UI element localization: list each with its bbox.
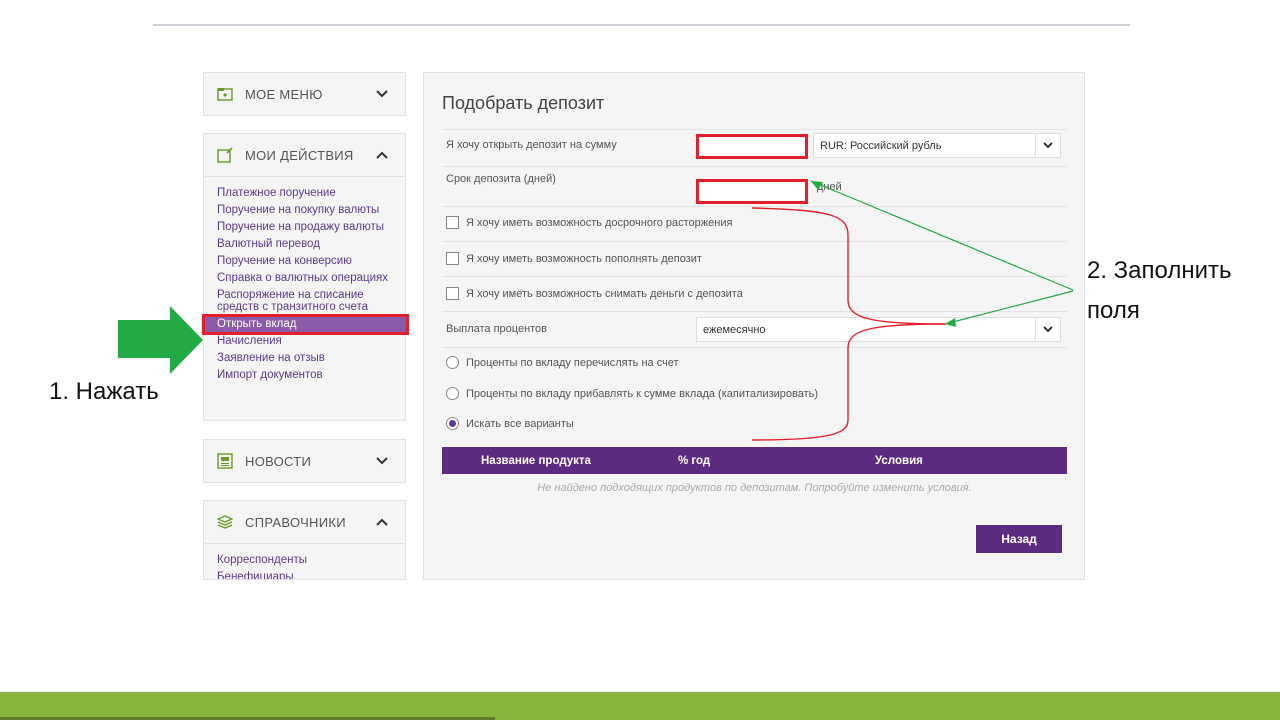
amount-input[interactable]	[696, 134, 808, 159]
replenish-option[interactable]: Я хочу иметь возможность пополнять депоз…	[446, 252, 702, 265]
early-termination-checkbox[interactable]	[446, 216, 459, 229]
my-actions-label: МОИ ДЕЙСТВИЯ	[245, 147, 354, 163]
nav-revocation-request[interactable]: Заявление на отзыв	[217, 350, 405, 367]
chevron-down-icon[interactable]	[375, 87, 389, 101]
nav-conversion-order[interactable]: Поручение на конверсию	[217, 253, 405, 270]
edit-icon	[216, 147, 234, 163]
nav-transit-writeoff[interactable]: Распоряжение на списание средств с транз…	[217, 287, 405, 316]
news-icon	[216, 453, 234, 469]
back-button[interactable]: Назад	[976, 525, 1062, 553]
capitalize-option[interactable]: Проценты по вкладу прибавлять к сумме вк…	[446, 387, 818, 400]
replenish-label: Я хочу иметь возможность пополнять депоз…	[466, 252, 702, 265]
nav-currency-transfer[interactable]: Валютный перевод	[217, 236, 405, 253]
early-termination-option[interactable]: Я хочу иметь возможность досрочного раст…	[446, 216, 732, 229]
chevron-down-icon[interactable]	[1035, 134, 1060, 157]
nav-currency-operations-certificate[interactable]: Справка о валютных операциях	[217, 270, 405, 287]
term-label: Срок депозита (дней)	[446, 173, 556, 185]
references-label: СПРАВОЧНИКИ	[245, 514, 346, 530]
page-title: Подобрать депозит	[442, 93, 605, 113]
news-label: НОВОСТИ	[245, 453, 312, 469]
nav-correspondents[interactable]: Корреспонденты	[217, 552, 405, 569]
col-rate[interactable]: % год	[678, 455, 710, 467]
chevron-up-icon[interactable]	[375, 148, 389, 162]
nav-currency-purchase[interactable]: Поручение на покупку валюты	[217, 202, 405, 219]
interest-to-account-label: Проценты по вкладу перечислять на счет	[466, 356, 679, 369]
withdraw-checkbox[interactable]	[446, 287, 459, 300]
nav-beneficiaries[interactable]: Бенефициары	[217, 569, 405, 579]
green-arrow-icon	[118, 306, 203, 374]
interest-to-account-option[interactable]: Проценты по вкладу перечислять на счет	[446, 356, 679, 369]
currency-selected-value: RUR: Российский рубль	[820, 139, 942, 152]
nav-accruals[interactable]: Начисления	[217, 333, 405, 350]
chevron-down-icon[interactable]	[1035, 318, 1060, 341]
amount-label: Я хочу открыть депозит на сумму	[446, 139, 617, 151]
divider	[442, 276, 1067, 277]
divider	[442, 129, 1067, 130]
all-variants-radio[interactable]	[446, 417, 459, 430]
references-panel: СПРАВОЧНИКИ Корреспонденты Бенефициары	[203, 500, 406, 580]
news-panel: НОВОСТИ	[203, 439, 406, 483]
my-menu-header[interactable]: МОЕ МЕНЮ	[204, 73, 405, 115]
capitalize-label: Проценты по вкладу прибавлять к сумме вк…	[466, 387, 819, 400]
nav-payment-order[interactable]: Платежное поручение	[217, 185, 405, 202]
replenish-checkbox[interactable]	[446, 252, 459, 265]
divider	[442, 347, 1067, 348]
divider	[442, 166, 1067, 167]
divider	[442, 206, 1067, 207]
interest-to-account-radio[interactable]	[446, 356, 459, 369]
nav-currency-sale[interactable]: Поручение на продажу валюты	[217, 219, 405, 236]
early-termination-label: Я хочу иметь возможность досрочного раст…	[466, 216, 733, 229]
withdraw-option[interactable]: Я хочу иметь возможность снимать деньги …	[446, 287, 743, 300]
chevron-down-icon[interactable]	[375, 454, 389, 468]
layers-icon	[216, 514, 234, 530]
annotation-step2-line1: 2. Заполнить	[1087, 257, 1232, 284]
withdraw-label: Я хочу иметь возможность снимать деньги …	[466, 287, 743, 300]
deposit-picker-panel: Подобрать депозит Я хочу открыть депозит…	[423, 72, 1085, 580]
divider	[442, 241, 1067, 242]
my-menu-label: МОЕ МЕНЮ	[245, 86, 323, 102]
annotation-step2-line2: поля	[1087, 297, 1140, 324]
term-input[interactable]	[696, 179, 808, 204]
all-variants-label: Искать все варианты	[466, 417, 574, 430]
term-unit: дней	[817, 181, 842, 193]
bottom-bar	[0, 692, 1280, 720]
divider	[442, 311, 1067, 312]
interest-payment-select[interactable]: ежемесячно	[696, 317, 1061, 342]
interest-selected-value: ежемесячно	[703, 323, 766, 336]
all-variants-option[interactable]: Искать все варианты	[446, 417, 574, 430]
capitalize-radio[interactable]	[446, 387, 459, 400]
interest-payment-label: Выплата процентов	[446, 323, 548, 335]
chevron-up-icon[interactable]	[375, 515, 389, 529]
top-divider	[153, 24, 1130, 26]
nav-open-deposit[interactable]: Открыть вклад	[202, 314, 409, 335]
news-header[interactable]: НОВОСТИ	[204, 440, 405, 482]
my-actions-list: Платежное поручение Поручение на покупку…	[202, 176, 409, 390]
annotation-step1: 1. Нажать	[49, 378, 159, 405]
menu-icon	[216, 86, 234, 102]
col-product-name[interactable]: Название продукта	[481, 455, 591, 467]
references-header[interactable]: СПРАВОЧНИКИ	[204, 501, 405, 543]
nav-import-documents[interactable]: Импорт документов	[217, 367, 405, 384]
my-menu-panel: МОЕ МЕНЮ	[203, 72, 406, 116]
empty-results-message: Не найдено подходящих продуктов по депоз…	[537, 482, 972, 494]
my-actions-panel: МОИ ДЕЙСТВИЯ Платежное поручение Поручен…	[202, 133, 409, 421]
currency-select[interactable]: RUR: Российский рубль	[813, 133, 1061, 158]
references-list: Корреспонденты Бенефициары	[204, 543, 405, 579]
results-table-header: Название продукта % год Условия	[442, 447, 1067, 474]
col-conditions[interactable]: Условия	[875, 455, 923, 467]
my-actions-header[interactable]: МОИ ДЕЙСТВИЯ	[204, 134, 405, 176]
